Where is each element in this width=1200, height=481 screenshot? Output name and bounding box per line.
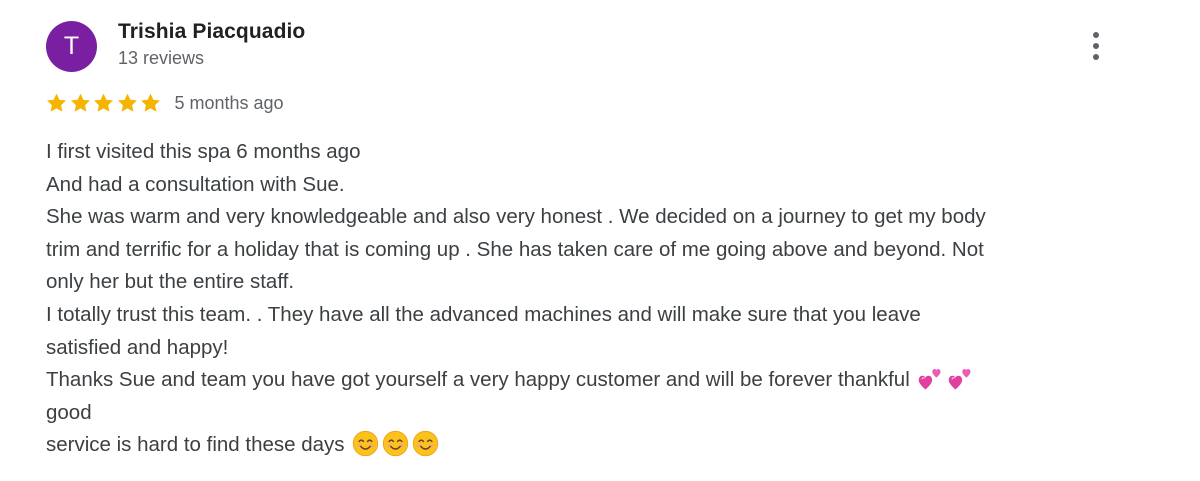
review-text-line: Thanks Sue and team you have got yoursel… [46, 364, 1126, 397]
more-options-button[interactable] [1080, 28, 1112, 64]
more-vert-icon-dot [1093, 54, 1099, 60]
review-text-line-content: She was warm and very knowledgeable and … [46, 205, 986, 229]
star-icon [70, 93, 90, 112]
review-text-line: service is hard to find these days [46, 429, 1126, 462]
review-card: T Trishia Piacquadio 13 reviews 5 months… [0, 0, 1200, 481]
two-hearts-emoji [949, 369, 971, 390]
avatar-initial: T [63, 32, 80, 60]
reviewer-name[interactable]: Trishia Piacquadio [118, 20, 305, 44]
review-text-line-content: And had a consultation with Sue. [46, 172, 345, 196]
review-text-line: only her but the entire staff. [46, 266, 1126, 299]
review-text-line: satisfied and happy! [46, 332, 1126, 365]
reviewer-review-count: 13 reviews [118, 48, 205, 68]
star-icon [47, 93, 66, 112]
review-text-line: good [46, 397, 1126, 430]
review-text-line: I totally trust this team. . They have a… [46, 299, 1126, 332]
two-hearts-emoji [919, 369, 941, 390]
review-text-line: She was warm and very knowledgeable and … [46, 201, 1126, 234]
star-icon [94, 93, 113, 112]
review-text-line-content: Thanks Sue and team you have got yoursel… [46, 368, 910, 392]
review-text-line: And had a consultation with Sue. [46, 169, 1126, 202]
star-icon [141, 93, 160, 112]
review-text: I first visited this spa 6 months ago And… [46, 136, 1126, 462]
avatar[interactable]: T [46, 21, 97, 72]
smiling-face-emoji [383, 431, 409, 457]
review-text-line-content: I totally trust this team. . They have a… [46, 302, 921, 326]
more-vert-icon-dot [1093, 32, 1099, 38]
review-text-line: trim and terrific for a holiday that is … [46, 234, 1126, 267]
more-vert-icon-dot [1093, 43, 1099, 49]
review-text-line-content: only her but the entire staff. [46, 270, 295, 294]
review-text-line-content: I first visited this spa 6 months ago [46, 140, 361, 163]
review-text-line-content: good [46, 400, 92, 424]
star-icon [117, 93, 137, 112]
review-text-line-content: service is hard to find these days [46, 433, 345, 457]
rating-row: 5 months ago [45, 91, 284, 115]
review-text-line-content: trim and terrific for a holiday that is … [46, 237, 984, 261]
star-rating [45, 92, 163, 114]
review-date: 5 months ago [174, 92, 284, 113]
smiling-face-emoji [353, 431, 379, 457]
review-text-line-content: satisfied and happy! [46, 335, 229, 359]
smiling-face-emoji [413, 431, 439, 457]
review-text-line: I first visited this spa 6 months ago [46, 136, 1126, 169]
